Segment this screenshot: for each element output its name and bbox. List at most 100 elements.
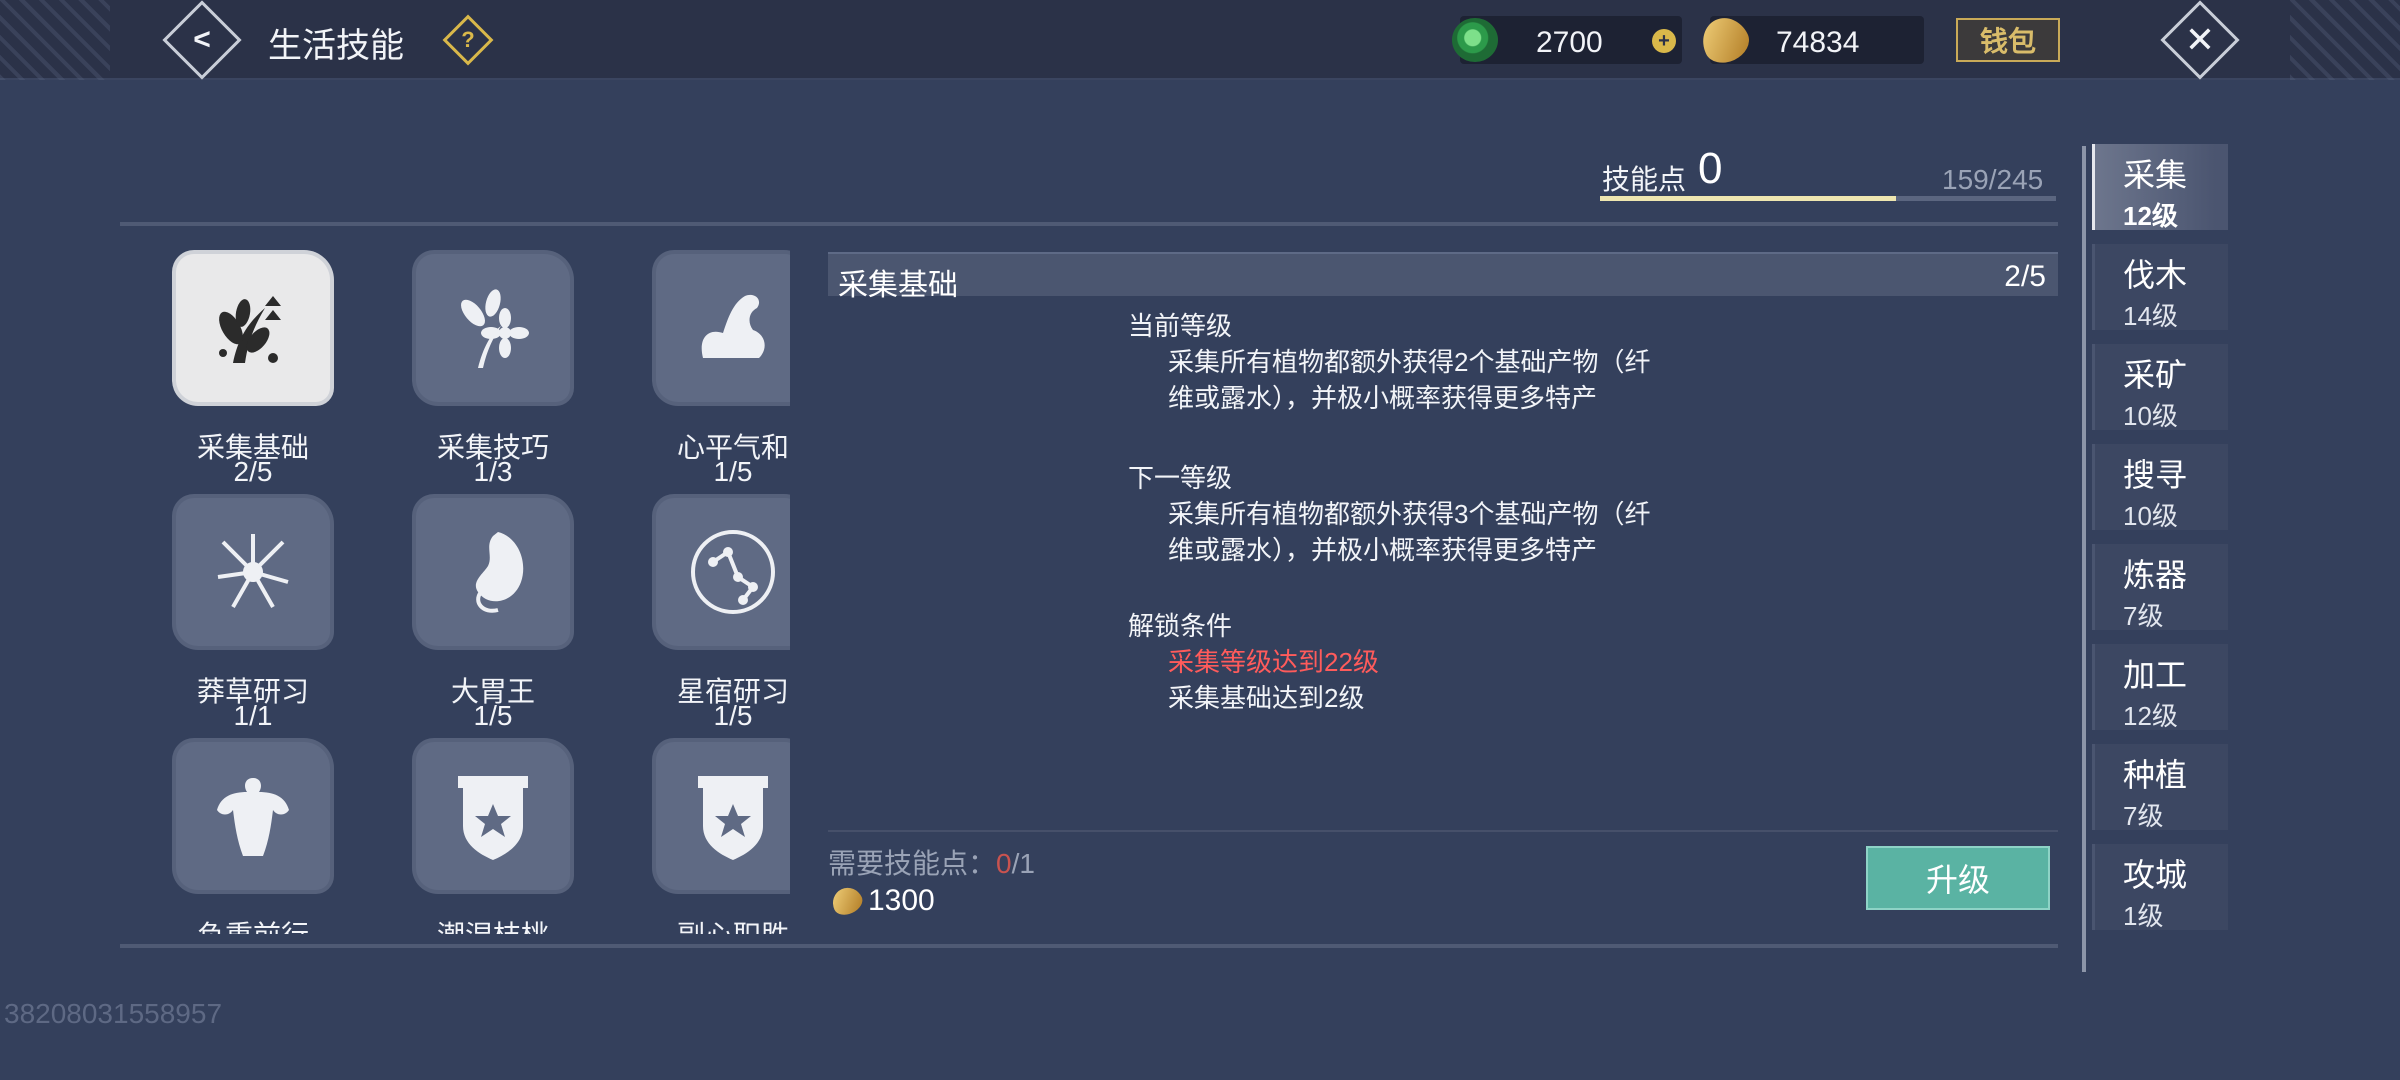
next-level-label: 下一等级 bbox=[1128, 463, 1233, 493]
wallet-button[interactable]: 钱包 bbox=[1956, 18, 2060, 62]
skill-level: 1/5 bbox=[713, 700, 753, 731]
tab-label: 炼器 bbox=[2123, 557, 2188, 593]
skill-progress-count: 159/245 bbox=[1942, 164, 2044, 195]
banner-star-icon bbox=[416, 742, 570, 890]
tab-label: 采矿 bbox=[2123, 357, 2188, 393]
stomach-icon bbox=[416, 498, 570, 646]
skill-name: 潮湿枝桃 bbox=[360, 914, 626, 934]
skill-name: 负重前行 bbox=[120, 914, 386, 934]
skill-progress-fill bbox=[1600, 196, 1896, 201]
unlock-conditions-label: 解锁条件 bbox=[1128, 611, 1233, 641]
flower-sprig-icon bbox=[416, 254, 570, 402]
tab-forging[interactable]: 炼器 7级 bbox=[2092, 544, 2228, 631]
tab-level: 14级 bbox=[2123, 301, 2178, 331]
top-bar: < 生活技能 ? 2700 + 74834 钱包 ✕ bbox=[0, 0, 2400, 80]
corner-ornament-left bbox=[0, 0, 110, 80]
skill-detail-level: 2/5 bbox=[2004, 260, 2046, 293]
required-skill-points: 需要技能点：0/1 bbox=[828, 842, 1035, 882]
tab-logging[interactable]: 伐木 14级 bbox=[2092, 244, 2228, 331]
tab-label: 搜寻 bbox=[2123, 457, 2188, 493]
tab-level: 10级 bbox=[2123, 401, 2178, 431]
tab-label: 采集 bbox=[2123, 157, 2188, 193]
current-level-label: 当前等级 bbox=[1128, 311, 1233, 341]
gold-coin-icon bbox=[1694, 10, 1756, 70]
gold-coin-icon bbox=[827, 882, 867, 920]
skill-item[interactable]: 大胃王 1/5 bbox=[360, 488, 600, 731]
panel-divider-bottom bbox=[120, 944, 2058, 948]
skill-progress-bar bbox=[1600, 196, 2056, 201]
corner-ornament-right bbox=[2290, 0, 2400, 80]
required-skill-points-label: 需要技能点： bbox=[828, 848, 997, 879]
skill-points-label: 技能点 bbox=[1602, 164, 1687, 195]
skill-item[interactable]: 星宿研习 1/5 bbox=[600, 488, 790, 731]
skill-level: 2/5 bbox=[233, 456, 273, 487]
close-button[interactable]: ✕ bbox=[2160, 0, 2240, 80]
skill-item[interactable]: 负重前行 bbox=[120, 732, 360, 934]
unlock-condition-unmet: 采集等级达到22级 bbox=[1168, 647, 1379, 677]
upgrade-button[interactable]: 升级 bbox=[1866, 846, 2050, 910]
unlock-condition: 采集基础达到2级 bbox=[1168, 683, 1365, 713]
skill-level: 1/1 bbox=[233, 700, 273, 731]
muscle-torso-icon bbox=[176, 742, 330, 890]
tab-label: 种植 bbox=[2123, 757, 2188, 793]
skill-item[interactable]: 潮湿枝桃 bbox=[360, 732, 600, 934]
help-button[interactable]: ? bbox=[442, 14, 494, 66]
tab-level: 1级 bbox=[2123, 901, 2164, 931]
next-level-text: 采集所有植物都额外获得3个基础产物（纤 bbox=[1168, 499, 1651, 529]
constellation-icon bbox=[656, 498, 790, 646]
tab-level: 12级 bbox=[2123, 701, 2178, 731]
gold-amount: 74834 bbox=[1776, 26, 1860, 59]
tab-level: 7级 bbox=[2123, 801, 2164, 831]
flexed-arm-icon bbox=[656, 254, 790, 402]
tab-gathering[interactable]: 采集 12级 bbox=[2092, 144, 2228, 231]
back-button[interactable]: < bbox=[162, 0, 242, 80]
banner-star-icon bbox=[656, 742, 790, 890]
tab-searching[interactable]: 搜寻 10级 bbox=[2092, 444, 2228, 531]
skill-points-value: 0 bbox=[1698, 144, 1723, 193]
skill-item[interactable]: 莽草研习 1/1 bbox=[120, 488, 360, 731]
spiky-plant-icon bbox=[176, 498, 330, 646]
tab-label: 伐木 bbox=[2123, 257, 2188, 293]
skill-grid: 采集基础 2/5 采集技巧 1/3 心平气和 1/5 莽草研习 1/1 大胃王 … bbox=[120, 244, 790, 934]
skill-detail-header: 采集基础 2/5 bbox=[828, 252, 2058, 302]
tab-label: 攻城 bbox=[2123, 857, 2188, 893]
current-level-text: 维或露水），并极小概率获得更多特产 bbox=[1168, 383, 1598, 413]
category-tabs: 采集 12级 伐木 14级 采矿 10级 搜寻 10级 炼器 7级 加工 12级… bbox=[2092, 144, 2262, 944]
tab-divider bbox=[2082, 146, 2086, 972]
tab-label: 加工 bbox=[2123, 657, 2188, 693]
upgrade-cost: 1300 bbox=[827, 882, 935, 920]
skill-level: 1/5 bbox=[473, 700, 513, 731]
skill-detail-title: 采集基础 bbox=[838, 269, 958, 302]
tab-level: 10级 bbox=[2123, 501, 2178, 531]
question-icon: ? bbox=[461, 27, 475, 52]
close-icon: ✕ bbox=[2184, 19, 2216, 60]
tab-planting[interactable]: 种植 7级 bbox=[2092, 744, 2228, 831]
tab-siege[interactable]: 攻城 1级 bbox=[2092, 844, 2228, 931]
jade-amount: 2700 bbox=[1536, 26, 1603, 59]
skill-item[interactable]: 心平气和 1/5 bbox=[600, 244, 790, 487]
upgrade-cost-value: 1300 bbox=[868, 884, 935, 917]
skill-level: 1/5 bbox=[713, 456, 753, 487]
tab-mining[interactable]: 采矿 10级 bbox=[2092, 344, 2228, 431]
jade-coin-icon bbox=[1452, 18, 1498, 62]
herb-leaves-icon bbox=[176, 254, 330, 402]
requirement-divider bbox=[828, 830, 2058, 832]
skill-item[interactable]: 采集技巧 1/3 bbox=[360, 244, 600, 487]
next-level-text: 维或露水），并极小概率获得更多特产 bbox=[1168, 535, 1598, 565]
skill-level: 1/3 bbox=[473, 456, 513, 487]
needed-skill-points: /1 bbox=[1011, 848, 1035, 879]
jade-currency: 2700 + bbox=[1452, 16, 1682, 64]
skill-detail-body: 当前等级 采集所有植物都额外获得2个基础产物（纤 维或露水），并极小概率获得更多… bbox=[1128, 308, 1708, 716]
add-currency-button[interactable]: + bbox=[1652, 29, 1676, 53]
chevron-left-icon: < bbox=[193, 23, 211, 56]
tab-processing[interactable]: 加工 12级 bbox=[2092, 644, 2228, 731]
tab-level: 12级 bbox=[2123, 201, 2178, 231]
skill-item[interactable]: 采集基础 2/5 bbox=[120, 244, 360, 487]
current-level-text: 采集所有植物都额外获得2个基础产物（纤 bbox=[1168, 347, 1651, 377]
skill-item[interactable]: 副心职胜 bbox=[600, 732, 790, 934]
tab-level: 7级 bbox=[2123, 601, 2164, 631]
panel-divider-top bbox=[120, 222, 2058, 226]
owned-skill-points: 0 bbox=[996, 848, 1012, 879]
gold-currency: 74834 bbox=[1694, 10, 1924, 70]
skill-name: 副心职胜 bbox=[600, 914, 790, 934]
